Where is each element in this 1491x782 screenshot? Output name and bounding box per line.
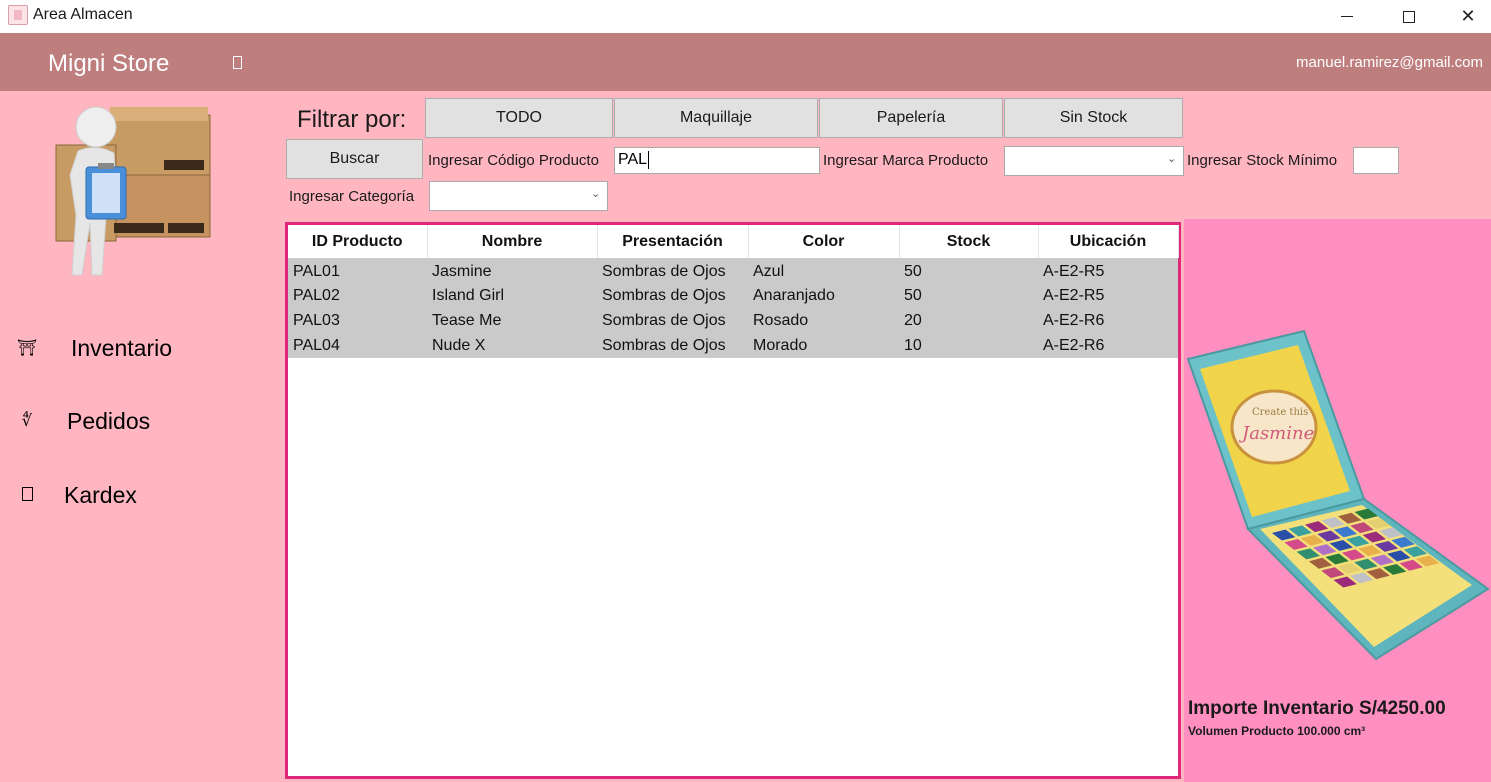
stock-minimo-input[interactable] [1353, 147, 1399, 174]
cell-presentacion: Sombras de Ojos [597, 283, 748, 308]
chevron-down-icon: ⌄ [1167, 152, 1177, 165]
window-titlebar: Area Almacen ✕ [0, 0, 1491, 33]
cell-color: Anaranjado [748, 283, 899, 308]
menu-icon[interactable] [233, 56, 242, 69]
cell-color: Azul [748, 258, 899, 283]
inventory-total: Importe Inventario S/4250.00 [1188, 698, 1446, 719]
product-image: Create this Jasmine [1186, 329, 1490, 661]
filter-maquillaje-button[interactable]: Maquillaje [614, 98, 818, 138]
minimize-button[interactable] [1316, 0, 1378, 33]
categoria-label: Ingresar Categoría [289, 188, 415, 205]
window-title: Area Almacen [33, 6, 133, 23]
table-row[interactable]: PAL01 Jasmine Sombras de Ojos Azul 50 A-… [288, 258, 1178, 283]
cell-id: PAL01 [288, 258, 427, 283]
maximize-icon [1403, 10, 1415, 23]
table-row[interactable]: PAL04 Nude X Sombras de Ojos Morado 10 A… [288, 333, 1178, 358]
cell-id: PAL02 [288, 283, 427, 308]
filter-title: Filtrar por: [297, 106, 407, 133]
sidebar-item-pedidos[interactable]: ∜ Pedidos [0, 397, 282, 443]
codigo-input-value: PAL [618, 151, 648, 169]
cell-stock: 50 [899, 283, 1038, 308]
filter-papeleria-button[interactable]: Papelería [819, 98, 1003, 138]
cell-color: Rosado [748, 308, 899, 333]
sidebar-item-label: Inventario [71, 335, 173, 361]
cell-id: PAL03 [288, 308, 427, 333]
cell-ubicacion: A-E2-R5 [1038, 283, 1178, 308]
search-button[interactable]: Buscar [286, 139, 423, 179]
cell-nombre: Island Girl [427, 283, 597, 308]
marca-select[interactable]: ⌄ [1004, 146, 1184, 176]
brand-title: Migni Store [48, 50, 170, 77]
column-header-id[interactable]: ID Producto [288, 225, 428, 258]
sidebar: ⛩ Inventario ∜ Pedidos Kardex [0, 91, 282, 782]
inventory-icon: ⛩ [16, 337, 38, 357]
app-icon [8, 5, 28, 25]
cell-nombre: Nude X [427, 333, 597, 358]
palette-title-text: Jasmine [1238, 423, 1314, 444]
cell-stock: 50 [899, 258, 1038, 283]
cell-color: Morado [748, 333, 899, 358]
text-cursor [648, 151, 650, 169]
product-detail-panel: Create this Jasmine Importe Inventario S… [1184, 219, 1491, 782]
kardex-icon [16, 483, 38, 505]
column-header-presentacion[interactable]: Presentación [597, 225, 749, 258]
codigo-label: Ingresar Código Producto [428, 152, 599, 169]
chevron-down-icon: ⌄ [591, 187, 601, 200]
minimize-icon [1341, 16, 1353, 17]
filter-sin-stock-button[interactable]: Sin Stock [1004, 98, 1183, 138]
filter-todo-button[interactable]: TODO [425, 98, 613, 138]
column-header-nombre[interactable]: Nombre [427, 225, 598, 258]
cell-ubicacion: A-E2-R5 [1038, 258, 1178, 283]
column-header-color[interactable]: Color [748, 225, 900, 258]
marca-label: Ingresar Marca Producto [823, 152, 989, 169]
close-button[interactable]: ✕ [1437, 0, 1491, 33]
close-icon: ✕ [1460, 5, 1476, 27]
cell-presentacion: Sombras de Ojos [597, 308, 748, 333]
sidebar-item-label: Pedidos [67, 408, 151, 434]
filter-panel: Filtrar por: TODO Maquillaje Papelería S… [282, 91, 1491, 219]
products-table[interactable]: ID Producto Nombre Presentación Color St… [285, 222, 1181, 779]
product-volume: Volumen Producto 100.000 cm³ [1188, 724, 1366, 738]
palette-brand-text: Create this [1252, 407, 1308, 418]
cell-stock: 20 [899, 308, 1038, 333]
table-header-row: ID Producto Nombre Presentación Color St… [288, 225, 1179, 258]
cell-nombre: Tease Me [427, 308, 597, 333]
categoria-select[interactable]: ⌄ [429, 181, 608, 211]
stock-minimo-label: Ingresar Stock Mínimo [1187, 152, 1338, 169]
cell-ubicacion: A-E2-R6 [1038, 308, 1178, 333]
table-row[interactable]: PAL02 Island Girl Sombras de Ojos Anaran… [288, 283, 1178, 308]
warehouse-illustration [55, 106, 211, 276]
user-email: manuel.ramirez@gmail.com [1296, 54, 1483, 71]
cell-stock: 10 [899, 333, 1038, 358]
cell-presentacion: Sombras de Ojos [597, 333, 748, 358]
column-header-stock[interactable]: Stock [899, 225, 1039, 258]
codigo-input[interactable]: PAL [614, 147, 820, 174]
column-header-ubicacion[interactable]: Ubicación [1038, 225, 1179, 258]
app-header: Migni Store manuel.ramirez@gmail.com [0, 33, 1491, 91]
cell-id: PAL04 [288, 333, 427, 358]
cell-presentacion: Sombras de Ojos [597, 258, 748, 283]
sidebar-item-kardex[interactable]: Kardex [0, 471, 282, 517]
sidebar-item-inventario[interactable]: ⛩ Inventario [0, 324, 282, 370]
cell-nombre: Jasmine [427, 258, 597, 283]
table-row[interactable]: PAL03 Tease Me Sombras de Ojos Rosado 20… [288, 308, 1178, 333]
sidebar-item-label: Kardex [64, 482, 137, 508]
maximize-button[interactable] [1378, 0, 1440, 33]
cell-ubicacion: A-E2-R6 [1038, 333, 1178, 358]
orders-icon: ∜ [21, 410, 33, 430]
